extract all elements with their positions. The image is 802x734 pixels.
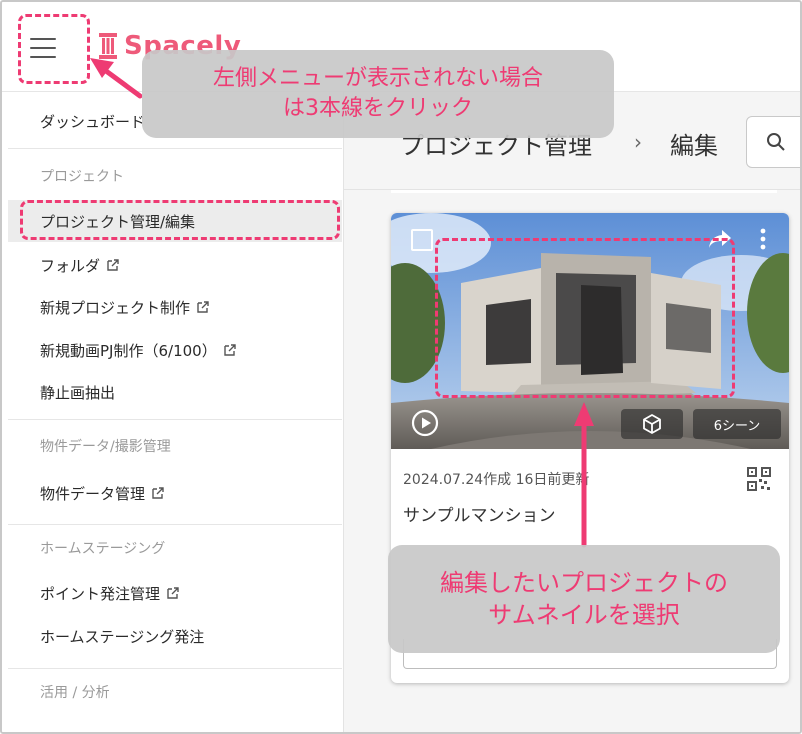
sidebar-item-new-video-project[interactable]: 新規動画PJ制作（6/100） — [8, 329, 342, 371]
callout-line: 左側メニューが表示されない場合 — [212, 66, 543, 92]
sidebar-item-new-project[interactable]: 新規プロジェクト制作 — [8, 286, 342, 328]
sidebar-item-label: 物件データ管理 — [40, 484, 146, 503]
callout-line: 編集したいプロジェクトの — [440, 568, 728, 597]
cube-icon — [643, 414, 661, 434]
card-row-bottom-edge — [391, 190, 777, 193]
app-window: Spacely ダッシュボード プロジェクト プロジェクト管理/編集 フォルダ … — [0, 0, 802, 734]
sidebar-divider — [8, 419, 342, 420]
sidebar-item-still-extract[interactable]: 静止画抽出 — [8, 371, 342, 413]
breadcrumb-edit: 編集 — [670, 132, 718, 160]
sidebar-section-project: プロジェクト — [40, 169, 124, 185]
sidebar-item-label: 静止画抽出 — [40, 383, 116, 402]
sidebar-item-label: フォルダ — [40, 256, 101, 275]
sidebar: ダッシュボード プロジェクト プロジェクト管理/編集 フォルダ 新規プロジェクト… — [2, 92, 344, 732]
search-icon — [767, 133, 785, 151]
highlight-hamburger — [18, 14, 90, 84]
pillar-logo-icon — [99, 33, 117, 59]
sidebar-section-property: 物件データ/撮影管理 — [40, 439, 171, 455]
callout-line: サムネイルを選択 — [488, 601, 680, 629]
breadcrumb-separator: › — [634, 130, 642, 154]
sidebar-section-analytics: 活用 / 分析 — [40, 685, 110, 701]
callout-hamburger-hint: 左側メニューが表示されない場合 は3本線をクリック — [142, 50, 614, 138]
sidebar-item-point-order[interactable]: ポイント発注管理 — [8, 572, 342, 614]
external-link-icon — [224, 344, 236, 356]
card-project-name[interactable]: サンプルマンション — [403, 501, 556, 526]
external-link-icon — [197, 301, 209, 313]
select-checkbox[interactable] — [411, 229, 433, 251]
sidebar-divider — [8, 524, 342, 525]
sidebar-item-label: 新規動画PJ制作（6/100） — [40, 341, 217, 360]
highlight-project-menu — [20, 200, 340, 240]
sidebar-item-label: 新規プロジェクト制作 — [40, 298, 191, 317]
external-link-icon — [152, 487, 164, 499]
sidebar-section-staging: ホームステージング — [40, 541, 166, 557]
card-date: 2024.07.24作成 16日前更新 — [403, 472, 590, 488]
callout-line: は3本線をクリック — [282, 96, 473, 121]
more-vert-icon[interactable] — [759, 227, 767, 251]
sidebar-item-folder[interactable]: フォルダ — [8, 244, 342, 286]
qr-code-icon[interactable] — [747, 467, 771, 491]
scene-count-badge: 6シーン — [693, 409, 781, 439]
sidebar-item-label: ホームステージング発注 — [40, 627, 205, 646]
sidebar-item-property-data[interactable]: 物件データ管理 — [8, 472, 342, 514]
3d-view-button[interactable] — [621, 409, 683, 439]
highlight-thumbnail — [435, 238, 735, 398]
external-link-icon — [167, 587, 179, 599]
sidebar-divider — [8, 148, 342, 149]
sidebar-item-staging-order[interactable]: ホームステージング発注 — [8, 615, 342, 657]
sidebar-item-label: ダッシュボード — [40, 112, 146, 131]
search-input[interactable] — [746, 116, 800, 168]
sidebar-item-label: ポイント発注管理 — [40, 584, 161, 603]
external-link-icon — [107, 259, 119, 271]
callout-thumbnail-hint: 編集したいプロジェクトの サムネイルを選択 — [388, 545, 780, 653]
play-icon[interactable] — [411, 409, 439, 437]
sidebar-divider — [8, 668, 342, 669]
